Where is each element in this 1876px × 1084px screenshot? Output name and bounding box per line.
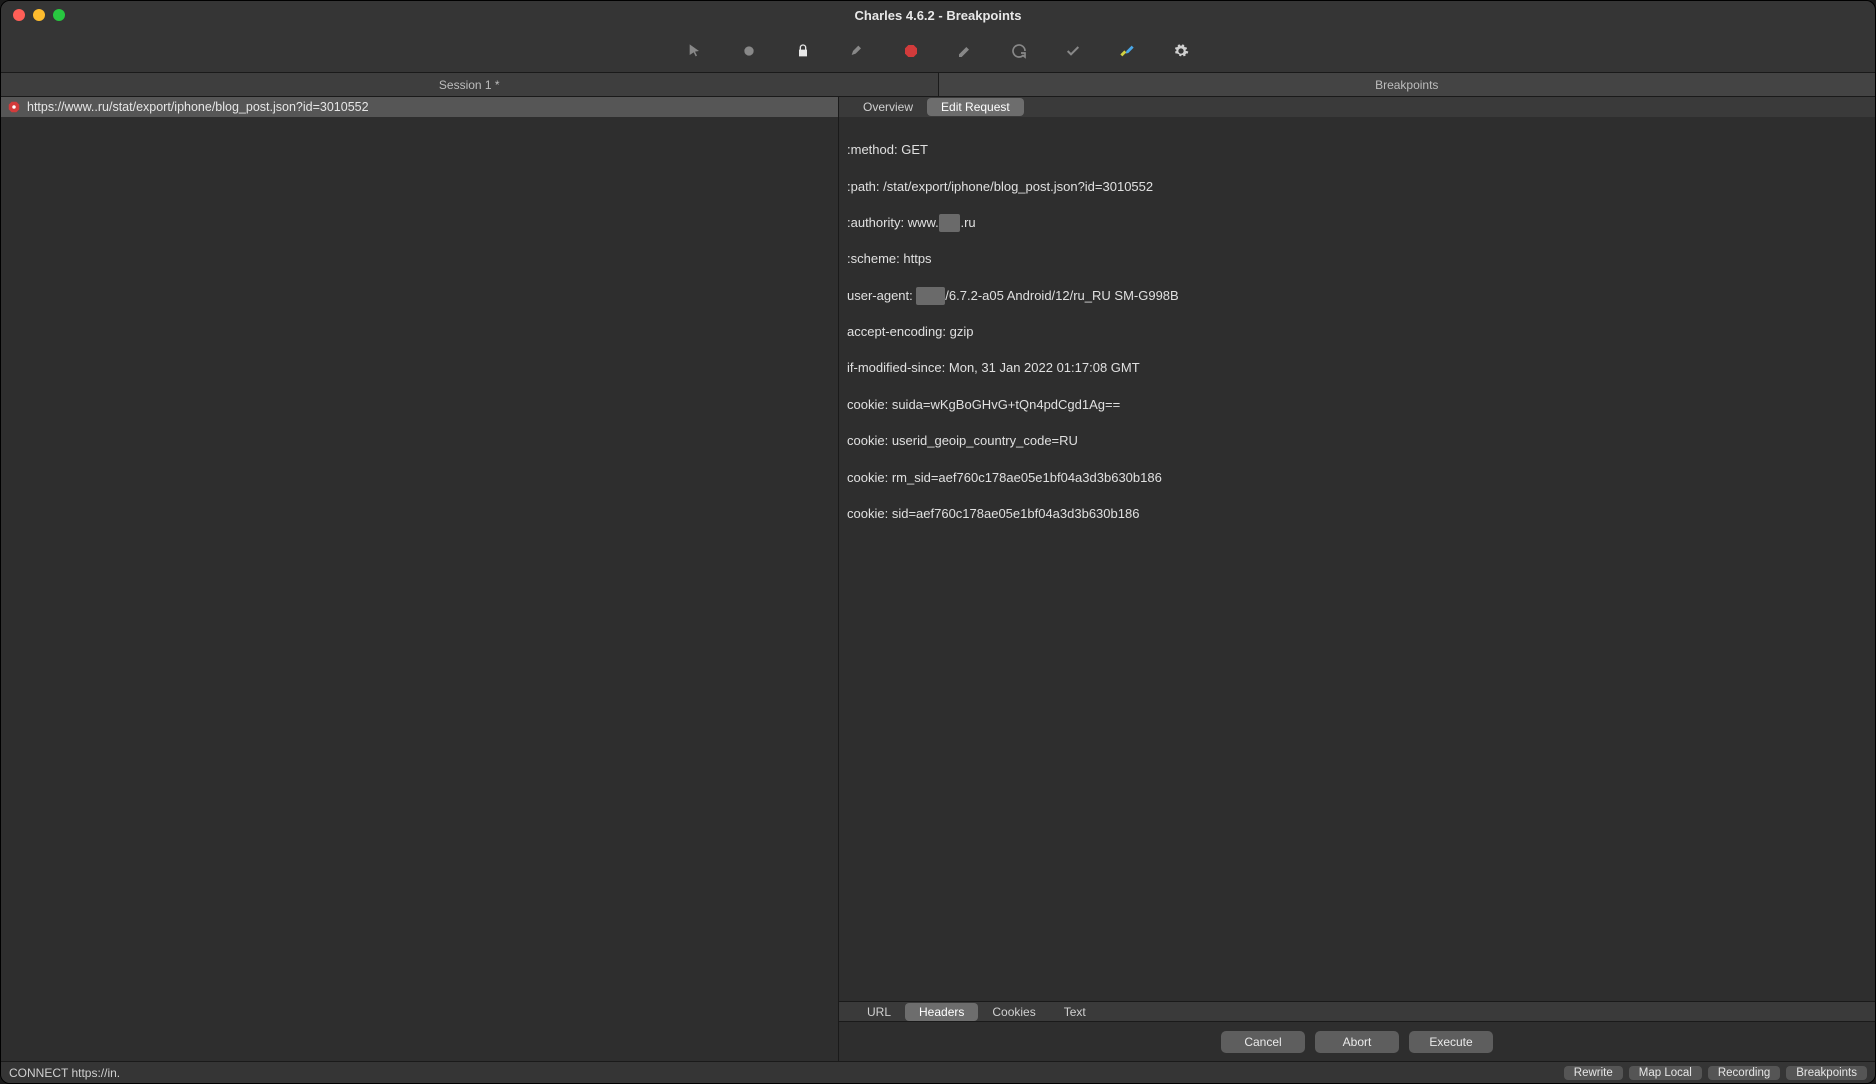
pencil-icon[interactable] (953, 39, 977, 63)
main-area: https://www. .ru/stat/export/iphone/blog… (1, 97, 1875, 1061)
main-tabs: Session 1 * Breakpoints (1, 73, 1875, 97)
content-tab-headers[interactable]: Headers (905, 1003, 978, 1021)
cancel-button[interactable]: Cancel (1221, 1031, 1305, 1053)
pointer-icon[interactable] (683, 39, 707, 63)
abort-button[interactable]: Abort (1315, 1031, 1399, 1053)
status-rewrite[interactable]: Rewrite (1564, 1066, 1623, 1080)
breakpoint-icon (7, 100, 21, 114)
tab-breakpoints[interactable]: Breakpoints (939, 73, 1876, 96)
content-tab-cookies[interactable]: Cookies (978, 1003, 1049, 1021)
subtab-overview[interactable]: Overview (849, 98, 927, 116)
broom-icon[interactable] (845, 39, 869, 63)
lock-icon[interactable] (791, 39, 815, 63)
close-window-icon[interactable] (13, 9, 25, 21)
maximize-window-icon[interactable] (53, 9, 65, 21)
content-tab-text[interactable]: Text (1050, 1003, 1100, 1021)
statusbar: CONNECT https://in. Rewrite Map Local Re… (1, 1061, 1875, 1083)
titlebar: Charles 4.6.2 - Breakpoints (1, 1, 1875, 29)
detail-subtabs: Overview Edit Request (839, 97, 1875, 117)
request-list-empty (1, 117, 838, 1061)
content-mode-tabs: URL Headers Cookies Text (839, 1001, 1875, 1021)
window-controls (13, 9, 65, 21)
request-url: https://www. .ru/stat/export/iphone/blog… (27, 100, 369, 114)
app-window: Charles 4.6.2 - Breakpoints (0, 0, 1876, 1084)
request-list-panel: https://www. .ru/stat/export/iphone/blog… (1, 97, 839, 1061)
execute-button[interactable]: Execute (1409, 1031, 1493, 1053)
check-icon[interactable] (1061, 39, 1085, 63)
action-row: Cancel Abort Execute (839, 1021, 1875, 1061)
gear-icon[interactable] (1169, 39, 1193, 63)
headers-content[interactable]: :method: GET :path: /stat/export/iphone/… (839, 117, 1875, 1001)
toolbar (1, 29, 1875, 73)
status-pills: Rewrite Map Local Recording Breakpoints (1564, 1066, 1867, 1080)
status-map-local[interactable]: Map Local (1629, 1066, 1702, 1080)
detail-panel: Overview Edit Request :method: GET :path… (839, 97, 1875, 1061)
request-list-item[interactable]: https://www. .ru/stat/export/iphone/blog… (1, 97, 838, 117)
tools-icon[interactable] (1115, 39, 1139, 63)
status-recording[interactable]: Recording (1708, 1066, 1780, 1080)
minimize-window-icon[interactable] (33, 9, 45, 21)
status-breakpoints[interactable]: Breakpoints (1786, 1066, 1867, 1080)
tab-session[interactable]: Session 1 * (1, 73, 939, 96)
subtab-edit-request[interactable]: Edit Request (927, 98, 1024, 116)
content-tab-url[interactable]: URL (853, 1003, 905, 1021)
refresh-icon[interactable] (1007, 39, 1031, 63)
stop-icon[interactable] (899, 39, 923, 63)
window-title: Charles 4.6.2 - Breakpoints (11, 8, 1865, 23)
status-text: CONNECT https://in. (9, 1066, 124, 1080)
record-icon[interactable] (737, 39, 761, 63)
